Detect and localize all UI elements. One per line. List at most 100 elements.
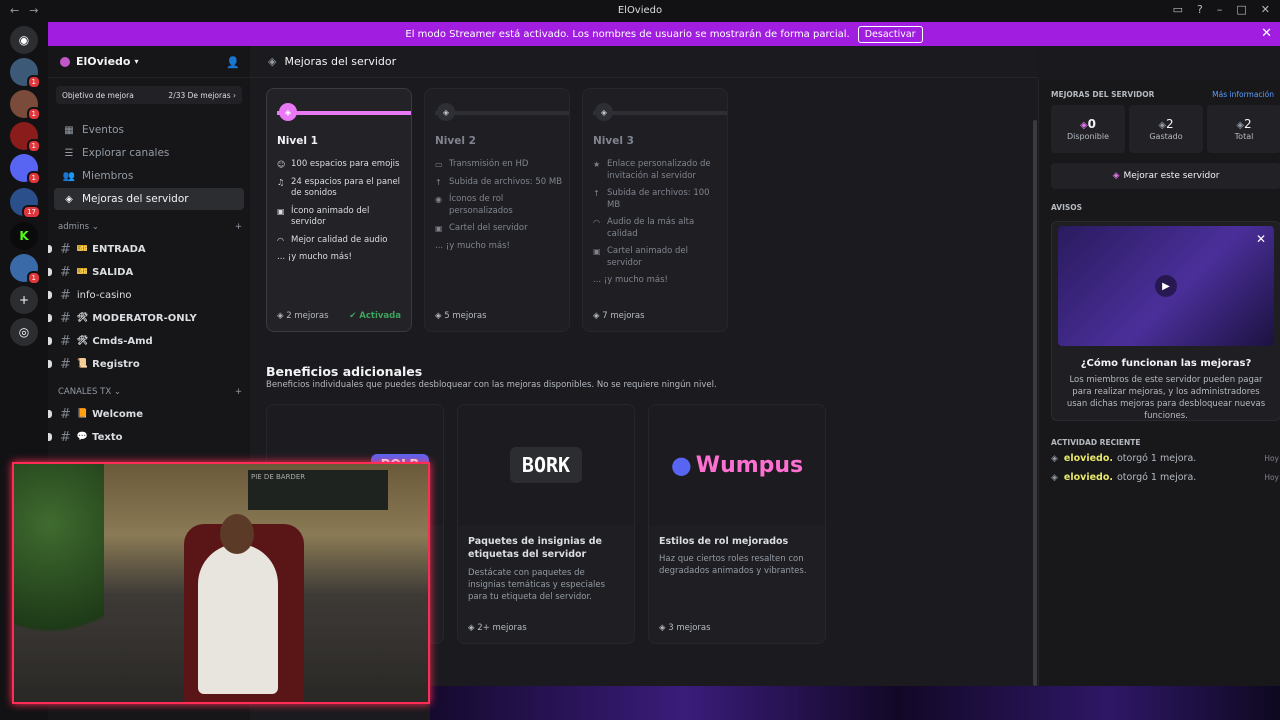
boost-gem-icon: ◈	[277, 311, 284, 321]
boost-right-panel: MEJORAS DEL SERVIDOR Más información ◈0 D…	[1038, 79, 1280, 720]
banner-text: El modo Streamer está activado. Los nomb…	[405, 28, 850, 40]
goal-value: 2/33 De mejoras	[168, 90, 231, 100]
boost-gem-icon: ◈	[1112, 171, 1120, 181]
upload-icon: ↑	[435, 177, 442, 187]
server-name: ElOviedo	[76, 55, 131, 68]
perk-desc: Haz que ciertos roles resalten con degra…	[659, 554, 807, 576]
headphones-icon: ◠	[277, 235, 284, 245]
plant-image	[14, 464, 104, 664]
members-icon: 👥	[62, 170, 76, 182]
close-icon[interactable]: ✕	[1256, 232, 1266, 246]
stat-spent: ◈2 Gastado	[1129, 105, 1203, 153]
channel-texto[interactable]: # 💬 Texto	[48, 426, 244, 448]
inbox-icon[interactable]: ▭	[1173, 3, 1183, 16]
sidebar-item-events[interactable]: ▦ Eventos	[54, 119, 244, 141]
webcam-overlay: PIE DE BARDER	[12, 462, 430, 704]
tier-name: Nivel 2	[435, 135, 476, 147]
help-icon[interactable]: ?	[1197, 3, 1203, 16]
extra-perks-subtitle: Beneficios individuales que puedes desbl…	[266, 380, 717, 390]
boost-server-button[interactable]: ◈ Mejorar este servidor	[1051, 163, 1280, 189]
category-admins[interactable]: admins ⌄ +	[58, 218, 242, 236]
activity-title: ACTIVIDAD RECIENTE	[1051, 438, 1141, 447]
boost-gem-icon: ◈	[1158, 120, 1167, 131]
boost-gem-icon: ◈	[437, 103, 455, 121]
more-info-link[interactable]: Más información	[1212, 90, 1274, 99]
notice-video[interactable]: ▶ ✕	[1058, 226, 1274, 346]
channel-entrada[interactable]: # 🎫 ENTRADA	[48, 238, 244, 260]
perk-count: ◈ 3 mejoras	[659, 623, 711, 633]
main-scrollbar[interactable]	[1033, 120, 1037, 686]
tier-more: ... ¡y mucho más!	[277, 252, 352, 262]
tier-status: ✔ Activada	[349, 311, 401, 321]
server-icon[interactable]: 1	[10, 90, 41, 121]
server-icon[interactable]: 17	[10, 188, 41, 219]
tier-perk: ★ Enlace personalizado de invitación al s…	[593, 159, 711, 181]
boost-gem-icon: ◈	[1236, 120, 1245, 131]
server-header[interactable]: ElOviedo ▾ 👤	[48, 46, 250, 78]
channel-info-casino[interactable]: # info-casino	[48, 284, 244, 306]
perk-card-bork[interactable]: BORK Paquetes de insignias de etiquetas …	[457, 404, 635, 644]
stream-icon: ▭	[435, 160, 443, 169]
stat-available: ◈0 Disponible	[1051, 105, 1125, 153]
server-icon[interactable]: 1	[10, 254, 41, 285]
text-channel-icon: #	[60, 356, 71, 372]
boost-gem-icon: ◈	[1051, 453, 1058, 464]
channel-cmds-amd[interactable]: # 🛠 Cmds-Amd	[48, 330, 244, 352]
title-bar: ← → ElOviedo ▭ ? – □ ✕	[0, 0, 1280, 22]
banner-icon: ▣	[593, 247, 601, 256]
maximize-icon[interactable]: □	[1236, 3, 1246, 16]
headphones-icon: ◠	[593, 218, 600, 227]
sidebar-item-server-boost[interactable]: ◈ Mejoras del servidor	[54, 188, 244, 210]
discover-icon[interactable]: ◎	[10, 318, 38, 346]
boost-gem-icon: ◈	[1079, 120, 1088, 131]
kick-server-icon[interactable]: K	[10, 222, 38, 250]
channel-moderator-only[interactable]: # 🛠 MODERATOR-ONLY	[48, 307, 244, 329]
tier-perk: ▣ Cartel animado del servidor	[593, 246, 688, 268]
window-title: ElOviedo	[617, 5, 663, 16]
add-server-icon[interactable]: +	[10, 286, 38, 314]
tier-perk: ▣ Ícono animado del servidor	[277, 205, 370, 228]
page-title: Mejoras del servidor	[284, 55, 397, 68]
notice-card: ▶ ✕ ¿Cómo funcionan las mejoras? Los mie…	[1051, 221, 1280, 421]
disable-streamer-button[interactable]: Desactivar	[857, 25, 923, 43]
upload-icon: ↑	[593, 189, 600, 198]
tv-screen: PIE DE BARDER	[248, 470, 388, 510]
role-icon: ◉	[435, 195, 442, 204]
tier-name: Nivel 3	[593, 135, 634, 147]
server-icon[interactable]: 1	[10, 58, 41, 89]
text-channel-icon: #	[60, 429, 71, 445]
chevron-down-icon: ⌄	[91, 222, 99, 232]
chevron-right-icon: ›	[233, 90, 236, 100]
tier-perk: ▣ Cartel del servidor	[435, 223, 528, 233]
emoji-icon: ☺	[277, 160, 286, 169]
server-icon[interactable]: 1	[10, 122, 41, 153]
discord-home-icon[interactable]: ◉	[10, 26, 38, 54]
invite-people-icon[interactable]: 👤	[226, 56, 240, 69]
channel-welcome[interactable]: # 📙 Welcome	[48, 403, 244, 425]
notice-title: ¿Cómo funcionan las mejoras?	[1080, 358, 1252, 369]
server-icon[interactable]: 1	[10, 154, 41, 185]
sidebar-item-members[interactable]: 👥 Miembros	[54, 165, 244, 187]
boost-gem-icon: ◈	[659, 623, 666, 633]
tier-card-3: ◈ Nivel 3 ★ Enlace personalizado de invit…	[582, 88, 728, 332]
boost-goal[interactable]: Objetivo de mejora 2/33 De mejoras ›	[56, 86, 242, 104]
channel-registro[interactable]: # 📜 Registro	[48, 353, 244, 375]
check-icon: ✔	[349, 311, 357, 321]
gif-icon: ▣	[277, 206, 285, 216]
tier-boost-count: ◈ 5 mejoras	[435, 311, 487, 321]
add-channel-icon[interactable]: +	[235, 387, 242, 397]
banner-close-icon[interactable]: ✕	[1261, 26, 1272, 41]
category-canales-tx[interactable]: CANALES TX ⌄ +	[58, 383, 242, 401]
close-window-icon[interactable]: ✕	[1261, 3, 1270, 16]
right-panel-title: MEJORAS DEL SERVIDOR	[1051, 90, 1155, 99]
browse-icon: ☰	[64, 147, 74, 159]
boost-gem-icon: ◈	[268, 55, 277, 68]
channel-salida[interactable]: # 🎫 SALIDA	[48, 261, 244, 283]
text-channel-icon: #	[60, 264, 71, 280]
play-icon[interactable]: ▶	[1155, 275, 1177, 297]
boost-gem-icon: ◈	[1051, 472, 1058, 483]
sidebar-item-browse-channels[interactable]: ☰ Explorar canales	[54, 142, 244, 164]
perk-card-wumpus[interactable]: ● Wumpus Estilos de rol mejorados Haz que…	[648, 404, 826, 644]
add-channel-icon[interactable]: +	[235, 222, 242, 232]
minimize-icon[interactable]: –	[1217, 3, 1223, 16]
